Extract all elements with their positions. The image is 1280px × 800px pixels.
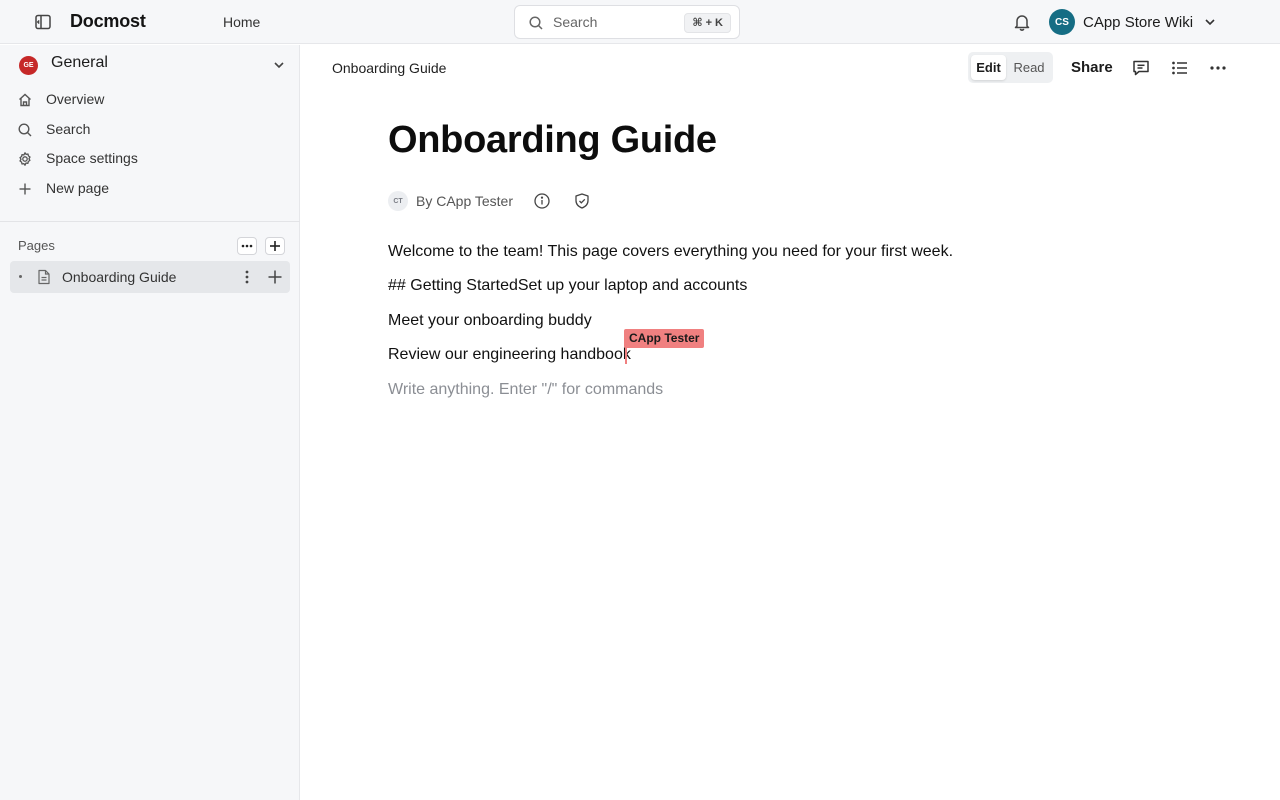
gear-icon: [19, 152, 31, 166]
sidebar-toggle-icon[interactable]: [33, 12, 53, 32]
page-tree-item-label: Onboarding Guide: [62, 269, 177, 285]
plus-icon: [19, 183, 31, 195]
plus-icon[interactable]: [266, 268, 284, 286]
collaborator-cursor-label: CApp Tester: [624, 329, 705, 348]
space-name: General: [51, 54, 108, 71]
editor-paragraph[interactable]: Welcome to the team! This page covers ev…: [388, 243, 953, 261]
edit-read-toggle: Edit Read: [968, 52, 1053, 83]
editor-placeholder[interactable]: Write anything. Enter "/" for commands: [388, 381, 663, 399]
editor-paragraph[interactable]: Review our engineering handbook: [388, 346, 631, 364]
sidebar: GE General Overview Search Space setting…: [0, 45, 300, 800]
sidebar-item-overview[interactable]: Overview: [10, 86, 290, 114]
bell-icon[interactable]: [1012, 12, 1032, 32]
workspace-switcher[interactable]: CS CApp Store Wiki: [1049, 9, 1217, 35]
more-vertical-icon[interactable]: [238, 268, 256, 286]
sidebar-divider: [0, 221, 300, 222]
collaborator-cursor-caret: [625, 347, 627, 364]
pages-section-label: Pages: [18, 238, 55, 253]
page-tree-item[interactable]: Onboarding Guide: [10, 261, 290, 293]
app-brand[interactable]: Docmost: [70, 11, 146, 32]
tree-bullet: [19, 275, 22, 278]
plus-icon: [270, 241, 280, 251]
workspace-avatar: CS: [1049, 9, 1075, 35]
search-icon: [529, 16, 543, 30]
main-content: Onboarding Guide Edit Read Share Onboard…: [301, 45, 1280, 800]
pages-more-button[interactable]: [237, 237, 257, 255]
top-header: Docmost Home Search ⌘ + K CS CApp Store …: [0, 0, 1280, 44]
author-avatar: CT: [388, 191, 408, 211]
sidebar-item-new-page[interactable]: New page: [10, 175, 290, 203]
read-mode-button[interactable]: Read: [1010, 55, 1048, 80]
space-switcher[interactable]: GE General: [10, 51, 290, 79]
breadcrumb[interactable]: Onboarding Guide: [332, 60, 446, 76]
nav-home-link[interactable]: Home: [223, 14, 260, 30]
sidebar-item-label: Overview: [46, 91, 105, 107]
sidebar-item-space-settings[interactable]: Space settings: [10, 145, 290, 173]
search-label: Search: [553, 14, 598, 30]
add-page-button[interactable]: [265, 237, 285, 255]
edit-mode-button[interactable]: Edit: [971, 55, 1006, 80]
search-icon: [18, 123, 32, 137]
more-horizontal-icon: [241, 244, 253, 248]
space-avatar: GE: [19, 56, 38, 75]
info-icon[interactable]: [533, 192, 551, 210]
author-byline: By CApp Tester: [416, 193, 514, 209]
chevron-down-icon: [274, 62, 284, 69]
sidebar-item-search[interactable]: Search: [10, 116, 290, 144]
sidebar-item-label: Search: [46, 121, 91, 137]
home-icon: [19, 93, 31, 107]
table-of-contents-icon[interactable]: [1170, 58, 1190, 78]
search-shortcut-badge: ⌘ + K: [684, 13, 731, 33]
shield-check-icon[interactable]: [573, 192, 591, 210]
editor-paragraph[interactable]: Meet your onboarding buddy: [388, 312, 592, 330]
document-icon: [38, 269, 50, 285]
comment-icon[interactable]: [1131, 58, 1151, 78]
page-byline: CT By CApp Tester: [388, 191, 688, 211]
chevron-down-icon: [1205, 19, 1215, 26]
page-title[interactable]: Onboarding Guide: [388, 119, 717, 162]
editor-paragraph[interactable]: ## Getting StartedSet up your laptop and…: [388, 277, 747, 295]
global-search-button[interactable]: Search ⌘ + K: [514, 5, 740, 39]
workspace-name: CApp Store Wiki: [1083, 13, 1194, 31]
sidebar-item-label: Space settings: [46, 150, 138, 166]
more-horizontal-icon[interactable]: [1208, 58, 1228, 78]
share-button[interactable]: Share: [1071, 59, 1113, 76]
sidebar-item-label: New page: [46, 180, 110, 196]
